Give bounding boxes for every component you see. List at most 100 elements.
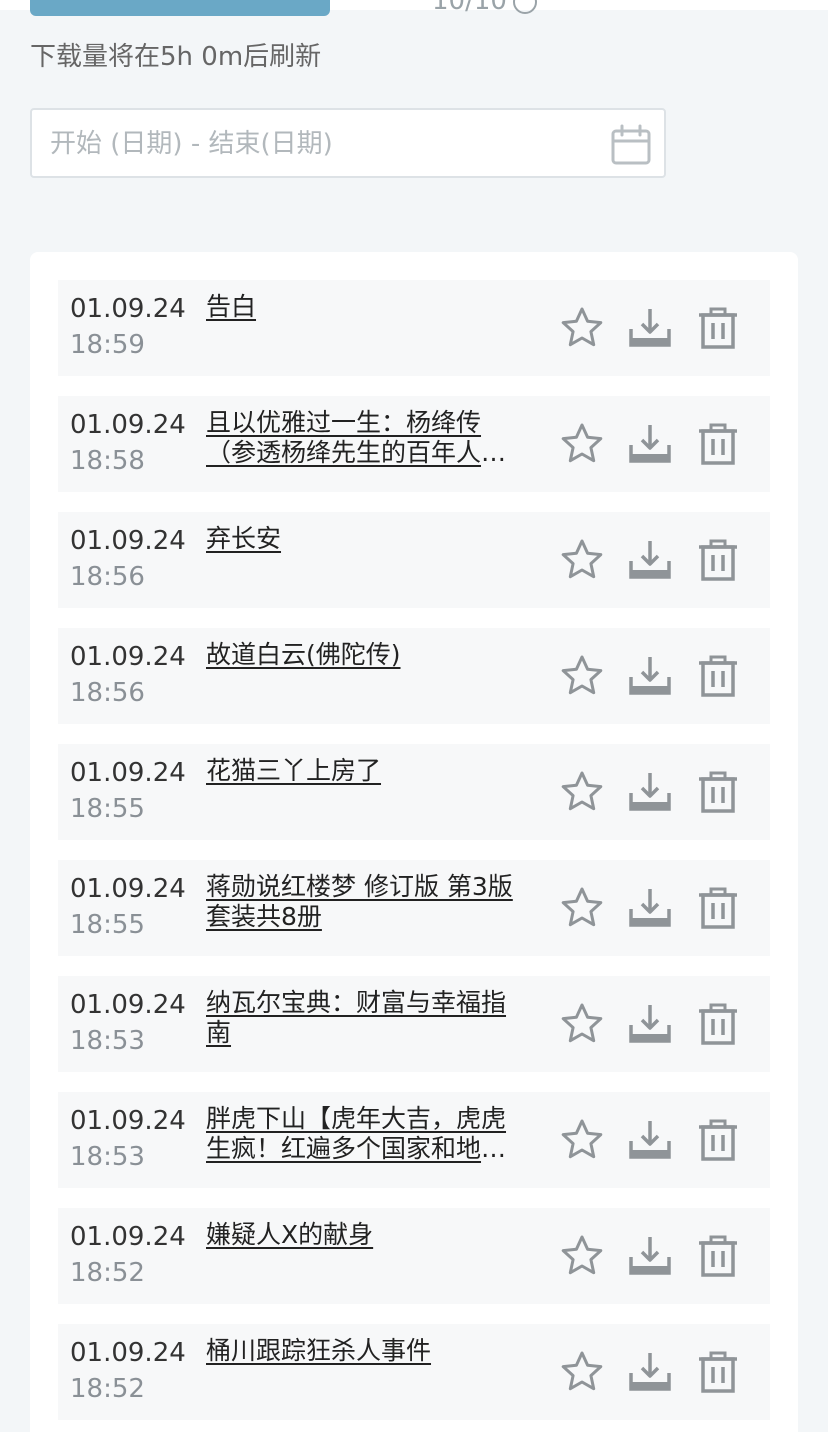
date-range-picker[interactable] xyxy=(30,108,666,178)
book-title-link[interactable]: 嫌疑人X的献身 xyxy=(206,1220,526,1250)
primary-button-partial[interactable] xyxy=(30,0,330,16)
star-icon xyxy=(561,771,603,811)
download-button[interactable] xyxy=(626,1000,674,1048)
book-title-link[interactable]: 胖虎下山【虎年大吉，虎虎生疯！红遍多个国家和地区的童书】 xyxy=(206,1104,526,1164)
delete-button[interactable] xyxy=(694,1348,742,1396)
download-button[interactable] xyxy=(626,884,674,932)
trash-icon xyxy=(699,1235,737,1277)
trash-icon xyxy=(699,1351,737,1393)
download-icon xyxy=(629,889,671,927)
download-button[interactable] xyxy=(626,536,674,584)
download-date: 01.09.24 xyxy=(70,526,186,556)
download-count: 10/10 xyxy=(432,0,537,16)
download-date: 01.09.24 xyxy=(70,294,186,324)
favorite-button[interactable] xyxy=(558,1000,606,1048)
download-count-text: 10/10 xyxy=(432,0,507,16)
delete-button[interactable] xyxy=(694,420,742,468)
download-icon xyxy=(629,1005,671,1043)
trash-icon xyxy=(699,887,737,929)
info-icon[interactable] xyxy=(512,0,537,14)
star-icon xyxy=(561,1235,603,1275)
download-time: 18:55 xyxy=(70,794,145,824)
star-icon xyxy=(561,655,603,695)
download-date: 01.09.24 xyxy=(70,758,186,788)
download-button[interactable] xyxy=(626,652,674,700)
book-title-link[interactable]: 故道白云(佛陀传) xyxy=(206,640,526,670)
favorite-button[interactable] xyxy=(558,652,606,700)
download-icon xyxy=(629,773,671,811)
delete-button[interactable] xyxy=(694,652,742,700)
trash-icon xyxy=(699,1003,737,1045)
refresh-note: 下载量将在5h 0m后刷新 xyxy=(30,42,322,72)
download-icon xyxy=(629,657,671,695)
delete-button[interactable] xyxy=(694,536,742,584)
download-time: 18:53 xyxy=(70,1142,145,1172)
favorite-button[interactable] xyxy=(558,768,606,816)
favorite-button[interactable] xyxy=(558,304,606,352)
download-date: 01.09.24 xyxy=(70,1222,186,1252)
row-actions xyxy=(558,884,742,932)
download-button[interactable] xyxy=(626,304,674,352)
favorite-button[interactable] xyxy=(558,1348,606,1396)
book-title-link[interactable]: 蒋勋说红楼梦 修订版 第3版 套装共8册 xyxy=(206,872,526,932)
history-row: 01.09.24 18:56 弃长安 xyxy=(58,512,770,608)
history-row: 01.09.24 18:56 故道白云(佛陀传) xyxy=(58,628,770,724)
trash-icon xyxy=(699,655,737,697)
trash-icon xyxy=(699,1119,737,1161)
history-row: 01.09.24 18:55 花猫三丫上房了 xyxy=(58,744,770,840)
download-button[interactable] xyxy=(626,1116,674,1164)
delete-button[interactable] xyxy=(694,768,742,816)
star-icon xyxy=(561,1003,603,1043)
row-actions xyxy=(558,304,742,352)
favorite-button[interactable] xyxy=(558,420,606,468)
favorite-button[interactable] xyxy=(558,1232,606,1280)
history-row: 01.09.24 18:53 胖虎下山【虎年大吉，虎虎生疯！红遍多个国家和地区的… xyxy=(58,1092,770,1188)
download-date: 01.09.24 xyxy=(70,410,186,440)
history-list: 01.09.24 18:59 告白 01.09.24 18:58 且以优雅过一生… xyxy=(58,280,770,1432)
download-icon xyxy=(629,541,671,579)
download-date: 01.09.24 xyxy=(70,642,186,672)
favorite-button[interactable] xyxy=(558,884,606,932)
calendar-icon[interactable] xyxy=(610,124,652,166)
trash-icon xyxy=(699,771,737,813)
favorite-button[interactable] xyxy=(558,536,606,584)
star-icon xyxy=(561,1351,603,1391)
download-time: 18:53 xyxy=(70,1026,145,1056)
book-title-link[interactable]: 且以优雅过一生：杨绛传（参透杨绛先生的百年人生智慧） xyxy=(206,408,526,468)
favorite-button[interactable] xyxy=(558,1116,606,1164)
download-button[interactable] xyxy=(626,1232,674,1280)
book-title-link[interactable]: 纳瓦尔宝典：财富与幸福指南 xyxy=(206,988,526,1048)
delete-button[interactable] xyxy=(694,304,742,352)
download-button[interactable] xyxy=(626,768,674,816)
date-range-input[interactable] xyxy=(48,110,612,178)
book-title-link[interactable]: 桶川跟踪狂杀人事件 xyxy=(206,1336,526,1366)
download-date: 01.09.24 xyxy=(70,874,186,904)
history-card: 01.09.24 18:59 告白 01.09.24 18:58 且以优雅过一生… xyxy=(30,252,798,1432)
book-title-link[interactable]: 花猫三丫上房了 xyxy=(206,756,526,786)
star-icon xyxy=(561,539,603,579)
delete-button[interactable] xyxy=(694,1232,742,1280)
row-actions xyxy=(558,1000,742,1048)
history-row: 01.09.24 18:59 告白 xyxy=(58,280,770,376)
download-icon xyxy=(629,425,671,463)
download-button[interactable] xyxy=(626,1348,674,1396)
delete-button[interactable] xyxy=(694,1000,742,1048)
delete-button[interactable] xyxy=(694,1116,742,1164)
book-title-link[interactable]: 弃长安 xyxy=(206,524,526,554)
history-row: 01.09.24 18:52 嫌疑人X的献身 xyxy=(58,1208,770,1304)
delete-button[interactable] xyxy=(694,884,742,932)
trash-icon xyxy=(699,307,737,349)
star-icon xyxy=(561,307,603,347)
download-time: 18:59 xyxy=(70,330,145,360)
download-time: 18:58 xyxy=(70,446,145,476)
star-icon xyxy=(561,423,603,463)
download-icon xyxy=(629,1121,671,1159)
download-date: 01.09.24 xyxy=(70,1106,186,1136)
book-title-link[interactable]: 告白 xyxy=(206,292,526,322)
download-date: 01.09.24 xyxy=(70,990,186,1020)
trash-icon xyxy=(699,423,737,465)
download-icon xyxy=(629,309,671,347)
download-icon xyxy=(629,1237,671,1275)
download-button[interactable] xyxy=(626,420,674,468)
download-history-page: 10/10 下载量将在5h 0m后刷新 01.09.24 18:59 告白 xyxy=(0,0,828,1432)
